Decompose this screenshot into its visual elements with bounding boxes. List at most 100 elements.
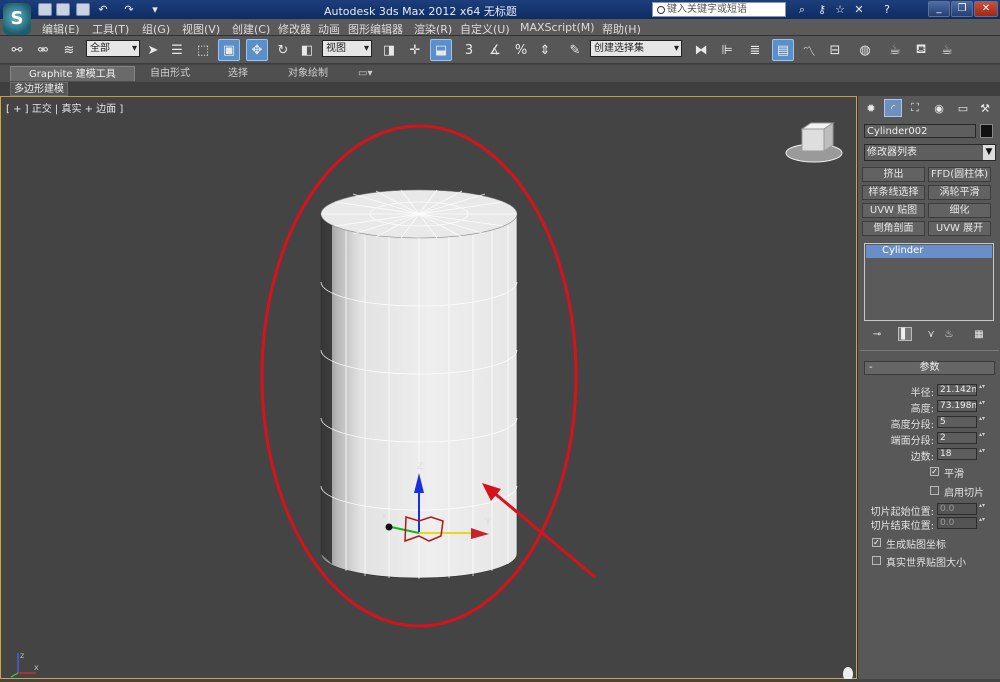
align-icon[interactable]: ⊫ [716, 39, 738, 61]
select-rotate-icon[interactable]: ↻ [272, 39, 294, 61]
modifier-button-unwrap-uvw[interactable]: UVW 展开 [928, 221, 991, 236]
stack-item-cylinder[interactable]: Cylinder [866, 245, 992, 258]
select-manipulate-icon[interactable]: ✛ [404, 39, 426, 61]
real-world-map-checkbox[interactable] [872, 556, 881, 565]
material-editor-icon[interactable]: ◍ [854, 39, 876, 61]
menu-views[interactable]: 视图(V) [182, 21, 220, 37]
unlink-icon[interactable]: ⚮ [32, 39, 54, 61]
sides-spinner[interactable]: ▴▾ [979, 448, 985, 460]
configure-sets-icon[interactable]: ▦ [972, 327, 986, 341]
tab-selection[interactable]: 选择 [210, 66, 266, 81]
window-crossing-icon[interactable]: ▣ [218, 39, 240, 61]
perspective-viewport[interactable]: [ + ] 正交 | 真实 + 边面 ] Z X Y [0, 96, 857, 679]
menu-rendering[interactable]: 渲染(R) [414, 21, 452, 37]
tab-polygon-modeling[interactable]: 多边形建模 [10, 82, 68, 96]
menu-tools[interactable]: 工具(T) [92, 21, 129, 37]
utilities-tab-icon[interactable]: ⚒ [976, 99, 994, 117]
menu-maxscript[interactable]: MAXScript(M) [520, 21, 595, 34]
object-color-swatch[interactable] [980, 124, 993, 138]
rect-selection-icon[interactable]: ⬚ [192, 39, 214, 61]
curve-editor-icon[interactable]: 〽 [798, 39, 820, 61]
pivot-center-icon[interactable]: ◨ [378, 39, 400, 61]
modifier-button-tessellate[interactable]: 细化 [928, 203, 991, 218]
save-icon[interactable] [76, 3, 90, 16]
menu-modifiers[interactable]: 修改器 [278, 21, 311, 37]
app-menu-button[interactable]: S [3, 3, 31, 35]
modifier-button-ffd-cyl[interactable]: FFD(圆柱体) [928, 167, 991, 182]
tab-object-paint[interactable]: 对象绘制 [270, 66, 346, 81]
height-segments-spinner[interactable]: ▴▾ [979, 416, 985, 428]
restore-icon[interactable]: ❐ [951, 1, 973, 17]
schematic-view-icon[interactable]: ⊟ [824, 39, 846, 61]
star-icon[interactable]: ☆ [833, 3, 847, 16]
display-tab-icon[interactable]: ▭ [954, 99, 972, 117]
motion-tab-icon[interactable]: ◉ [930, 99, 948, 117]
slice-to-spinner[interactable]: ▴▾ [979, 517, 985, 529]
create-tab-icon[interactable]: ✹ [862, 99, 880, 117]
height-field[interactable]: 73.198mm [937, 400, 977, 412]
link-icon[interactable]: ⚯ [6, 39, 28, 61]
select-object-icon[interactable]: ➤ [142, 39, 164, 61]
help-icon[interactable]: ? [880, 3, 894, 16]
viewcube[interactable] [785, 122, 843, 163]
make-unique-icon[interactable]: ⋎ [924, 327, 938, 341]
modifier-button-extrude[interactable]: 挤出 [862, 167, 925, 182]
height-segments-field[interactable]: 5 [937, 416, 977, 428]
menu-help[interactable]: 帮助(H) [602, 21, 641, 37]
angle-snap-icon[interactable]: ∡ [484, 39, 506, 61]
new-icon[interactable] [38, 3, 52, 16]
modify-tab-icon[interactable]: ◜ [884, 99, 902, 117]
keyboard-shortcut-icon[interactable]: ⬓ [430, 39, 452, 61]
render-setup-icon[interactable]: ☕ [884, 39, 906, 61]
menu-graph-editors[interactable]: 图形编辑器 [348, 21, 403, 37]
bind-spacewarp-icon[interactable]: ≋ [58, 39, 80, 61]
generate-mapping-checkbox[interactable]: ✓ [872, 538, 881, 547]
hierarchy-tab-icon[interactable]: ⛶ [906, 99, 924, 117]
select-scale-icon[interactable]: ◧ [296, 39, 318, 61]
mirror-icon[interactable]: ⧓ [690, 39, 712, 61]
key-icon[interactable]: ⚷ [815, 3, 829, 16]
menu-group[interactable]: 组(G) [142, 21, 170, 37]
more-icon[interactable]: ▾ [148, 3, 162, 16]
modifier-button-turbosmooth[interactable]: 涡轮平滑 [928, 185, 991, 200]
slice-from-spinner[interactable]: ▴▾ [979, 503, 985, 515]
rendered-frame-icon[interactable]: ⛾ [910, 39, 932, 61]
close-icon[interactable]: ✕ [974, 1, 998, 17]
cap-segments-spinner[interactable]: ▴▾ [979, 432, 985, 444]
select-move-icon[interactable]: ✥ [246, 39, 268, 61]
spinner-snap-icon[interactable]: ⇕ [534, 39, 556, 61]
minimize-icon[interactable]: _ [928, 1, 950, 17]
modifier-button-spline-select[interactable]: 样条线选择 [862, 185, 925, 200]
sides-field[interactable]: 18 [937, 448, 977, 460]
menu-edit[interactable]: 编辑(E) [42, 21, 80, 37]
modifier-button-bevel-profile[interactable]: 倒角剖面 [862, 221, 925, 236]
layer-manager-icon[interactable]: ≣ [744, 39, 766, 61]
tab-freeform[interactable]: 自由形式 [132, 66, 208, 81]
undo-icon[interactable]: ↶ [96, 3, 110, 16]
modifier-stack[interactable]: Cylinder [864, 243, 994, 321]
percent-snap-icon[interactable]: % [510, 39, 532, 61]
reference-coord-dropdown[interactable]: 视图 [322, 40, 372, 57]
modifier-button-uvw-map[interactable]: UVW 贴图 [862, 203, 925, 218]
slice-from-field[interactable]: 0.0 [937, 503, 977, 515]
menu-animation[interactable]: 动画 [318, 21, 340, 37]
search-input[interactable]: 键入关键字或短语 [652, 2, 786, 17]
edit-named-selection-icon[interactable]: ✎ [564, 39, 586, 61]
open-icon[interactable] [56, 3, 70, 16]
menu-customize[interactable]: 自定义(U) [460, 21, 510, 37]
render-icon[interactable]: ☕ [936, 39, 958, 61]
select-by-name-icon[interactable]: ☰ [166, 39, 188, 61]
graphite-toggle-icon[interactable]: ▤ [772, 39, 794, 61]
modifier-list-dropdown[interactable]: 修改器列表 ▼ [864, 144, 996, 161]
ribbon-options-icon[interactable]: ▭▾ [352, 66, 378, 81]
height-spinner[interactable]: ▴▾ [979, 400, 985, 412]
object-name-field[interactable]: Cylinder002 [864, 124, 976, 138]
pin-stack-icon[interactable]: ⊸ [870, 327, 884, 341]
cap-segments-field[interactable]: 2 [937, 432, 977, 444]
slice-to-field[interactable]: 0.0 [937, 517, 977, 529]
menu-create[interactable]: 创建(C) [232, 21, 270, 37]
tab-graphite[interactable]: Graphite 建模工具 [10, 66, 135, 81]
redo-icon[interactable]: ↷ [122, 3, 136, 16]
binoculars-icon[interactable]: ⌕ [795, 3, 809, 16]
remove-modifier-icon[interactable]: ♨ [942, 327, 956, 341]
